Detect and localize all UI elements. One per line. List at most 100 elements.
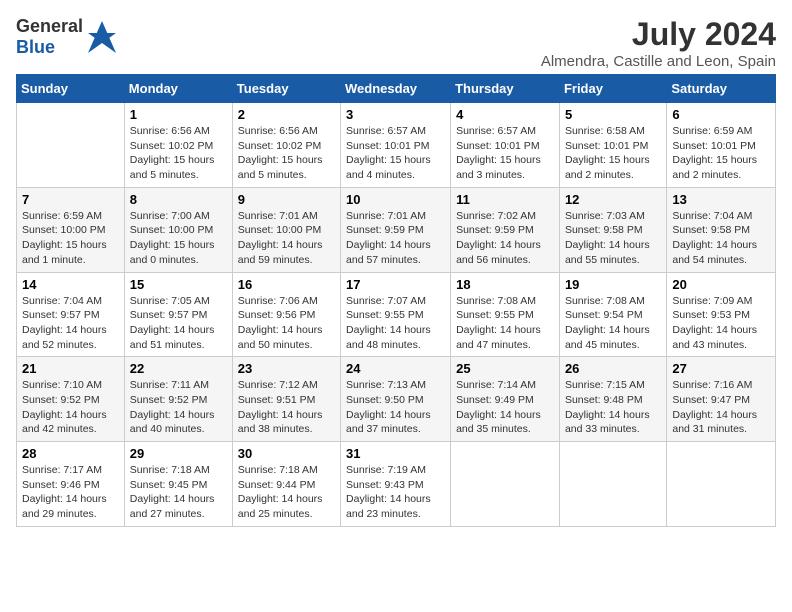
calendar-cell: 29 Sunrise: 7:18 AMSunset: 9:45 PMDayligh…: [124, 442, 232, 527]
day-number: 23: [238, 361, 335, 376]
calendar-cell: 22 Sunrise: 7:11 AMSunset: 9:52 PMDayligh…: [124, 357, 232, 442]
subtitle: Almendra, Castille and Leon, Spain: [541, 53, 776, 70]
calendar-cell: 24 Sunrise: 7:13 AMSunset: 9:50 PMDayligh…: [341, 357, 451, 442]
logo-blue: Blue: [16, 37, 55, 57]
cell-info: Sunrise: 7:08 AMSunset: 9:54 PMDaylight:…: [565, 294, 661, 353]
cell-info: Sunrise: 7:06 AMSunset: 9:56 PMDaylight:…: [238, 294, 335, 353]
cell-info: Sunrise: 7:00 AMSunset: 10:00 PMDaylight…: [130, 209, 227, 268]
week-row-1: 1 Sunrise: 6:56 AMSunset: 10:02 PMDayligh…: [17, 103, 776, 188]
calendar-cell: 1 Sunrise: 6:56 AMSunset: 10:02 PMDayligh…: [124, 103, 232, 188]
week-row-5: 28 Sunrise: 7:17 AMSunset: 9:46 PMDayligh…: [17, 442, 776, 527]
cell-info: Sunrise: 6:59 AMSunset: 10:01 PMDaylight…: [672, 124, 770, 183]
day-number: 18: [456, 277, 554, 292]
calendar-cell: 9 Sunrise: 7:01 AMSunset: 10:00 PMDayligh…: [232, 187, 340, 272]
cell-info: Sunrise: 7:17 AMSunset: 9:46 PMDaylight:…: [22, 463, 119, 522]
cell-info: Sunrise: 7:01 AMSunset: 10:00 PMDaylight…: [238, 209, 335, 268]
calendar-cell: 20 Sunrise: 7:09 AMSunset: 9:53 PMDayligh…: [667, 272, 776, 357]
calendar-cell: 21Sunrise: 7:10 AMSunset: 9:52 PMDayligh…: [17, 357, 125, 442]
calendar-cell: [667, 442, 776, 527]
day-number: 31: [346, 446, 445, 461]
calendar-cell: 30Sunrise: 7:18 AMSunset: 9:44 PMDayligh…: [232, 442, 340, 527]
weekday-header-wednesday: Wednesday: [341, 75, 451, 103]
logo-text: General Blue: [16, 16, 83, 58]
calendar-cell: 26 Sunrise: 7:15 AMSunset: 9:48 PMDayligh…: [559, 357, 666, 442]
calendar-cell: 16Sunrise: 7:06 AMSunset: 9:56 PMDayligh…: [232, 272, 340, 357]
cell-info: Sunrise: 7:18 AMSunset: 9:44 PMDaylight:…: [238, 463, 335, 522]
day-number: 6: [672, 107, 770, 122]
day-number: 17: [346, 277, 445, 292]
cell-info: Sunrise: 7:11 AMSunset: 9:52 PMDaylight:…: [130, 378, 227, 437]
calendar-cell: 7Sunrise: 6:59 AMSunset: 10:00 PMDayligh…: [17, 187, 125, 272]
calendar-cell: [559, 442, 666, 527]
week-row-3: 14 Sunrise: 7:04 AMSunset: 9:57 PMDayligh…: [17, 272, 776, 357]
main-title: July 2024: [541, 16, 776, 53]
calendar-cell: 18 Sunrise: 7:08 AMSunset: 9:55 PMDayligh…: [451, 272, 560, 357]
cell-info: Sunrise: 7:04 AMSunset: 9:58 PMDaylight:…: [672, 209, 770, 268]
calendar-cell: 17 Sunrise: 7:07 AMSunset: 9:55 PMDayligh…: [341, 272, 451, 357]
page-header: General Blue July 2024 Almendra, Castill…: [16, 16, 776, 70]
weekday-header-monday: Monday: [124, 75, 232, 103]
calendar-cell: [17, 103, 125, 188]
calendar-table: SundayMondayTuesdayWednesdayThursdayFrid…: [16, 74, 776, 527]
calendar-cell: 6 Sunrise: 6:59 AMSunset: 10:01 PMDayligh…: [667, 103, 776, 188]
calendar-cell: 13 Sunrise: 7:04 AMSunset: 9:58 PMDayligh…: [667, 187, 776, 272]
day-number: 1: [130, 107, 227, 122]
day-number: 29: [130, 446, 227, 461]
day-number: 27: [672, 361, 770, 376]
day-number: 21: [22, 361, 119, 376]
day-number: 12: [565, 192, 661, 207]
calendar-cell: 11 Sunrise: 7:02 AMSunset: 9:59 PMDayligh…: [451, 187, 560, 272]
day-number: 24: [346, 361, 445, 376]
cell-info: Sunrise: 7:01 AMSunset: 9:59 PMDaylight:…: [346, 209, 445, 268]
calendar-cell: 23 Sunrise: 7:12 AMSunset: 9:51 PMDayligh…: [232, 357, 340, 442]
logo-icon: [86, 19, 118, 55]
calendar-cell: 10Sunrise: 7:01 AMSunset: 9:59 PMDayligh…: [341, 187, 451, 272]
cell-info: Sunrise: 6:57 AMSunset: 10:01 PMDaylight…: [346, 124, 445, 183]
cell-info: Sunrise: 6:59 AMSunset: 10:00 PMDaylight…: [22, 209, 119, 268]
cell-info: Sunrise: 7:19 AMSunset: 9:43 PMDaylight:…: [346, 463, 445, 522]
calendar-cell: 19 Sunrise: 7:08 AMSunset: 9:54 PMDayligh…: [559, 272, 666, 357]
cell-info: Sunrise: 7:13 AMSunset: 9:50 PMDaylight:…: [346, 378, 445, 437]
day-number: 26: [565, 361, 661, 376]
logo-general: General: [16, 16, 83, 36]
cell-info: Sunrise: 7:18 AMSunset: 9:45 PMDaylight:…: [130, 463, 227, 522]
cell-info: Sunrise: 7:07 AMSunset: 9:55 PMDaylight:…: [346, 294, 445, 353]
weekday-header-friday: Friday: [559, 75, 666, 103]
cell-info: Sunrise: 7:08 AMSunset: 9:55 PMDaylight:…: [456, 294, 554, 353]
calendar-cell: 14 Sunrise: 7:04 AMSunset: 9:57 PMDayligh…: [17, 272, 125, 357]
cell-info: Sunrise: 6:56 AMSunset: 10:02 PMDaylight…: [238, 124, 335, 183]
calendar-cell: 12 Sunrise: 7:03 AMSunset: 9:58 PMDayligh…: [559, 187, 666, 272]
cell-info: Sunrise: 7:02 AMSunset: 9:59 PMDaylight:…: [456, 209, 554, 268]
cell-info: Sunrise: 7:04 AMSunset: 9:57 PMDaylight:…: [22, 294, 119, 353]
day-number: 20: [672, 277, 770, 292]
day-number: 2: [238, 107, 335, 122]
day-number: 19: [565, 277, 661, 292]
day-number: 22: [130, 361, 227, 376]
cell-info: Sunrise: 7:05 AMSunset: 9:57 PMDaylight:…: [130, 294, 227, 353]
day-number: 13: [672, 192, 770, 207]
cell-info: Sunrise: 7:15 AMSunset: 9:48 PMDaylight:…: [565, 378, 661, 437]
week-row-4: 21Sunrise: 7:10 AMSunset: 9:52 PMDayligh…: [17, 357, 776, 442]
cell-info: Sunrise: 6:56 AMSunset: 10:02 PMDaylight…: [130, 124, 227, 183]
calendar-cell: 4Sunrise: 6:57 AMSunset: 10:01 PMDayligh…: [451, 103, 560, 188]
day-number: 11: [456, 192, 554, 207]
calendar-cell: 15 Sunrise: 7:05 AMSunset: 9:57 PMDayligh…: [124, 272, 232, 357]
day-number: 14: [22, 277, 119, 292]
week-row-2: 7Sunrise: 6:59 AMSunset: 10:00 PMDayligh…: [17, 187, 776, 272]
weekday-header-tuesday: Tuesday: [232, 75, 340, 103]
day-number: 28: [22, 446, 119, 461]
weekday-header-saturday: Saturday: [667, 75, 776, 103]
weekday-header-sunday: Sunday: [17, 75, 125, 103]
cell-info: Sunrise: 6:58 AMSunset: 10:01 PMDaylight…: [565, 124, 661, 183]
cell-info: Sunrise: 7:03 AMSunset: 9:58 PMDaylight:…: [565, 209, 661, 268]
cell-info: Sunrise: 7:16 AMSunset: 9:47 PMDaylight:…: [672, 378, 770, 437]
day-number: 25: [456, 361, 554, 376]
day-number: 9: [238, 192, 335, 207]
cell-info: Sunrise: 7:12 AMSunset: 9:51 PMDaylight:…: [238, 378, 335, 437]
weekday-header-row: SundayMondayTuesdayWednesdayThursdayFrid…: [17, 75, 776, 103]
day-number: 4: [456, 107, 554, 122]
day-number: 15: [130, 277, 227, 292]
cell-info: Sunrise: 7:09 AMSunset: 9:53 PMDaylight:…: [672, 294, 770, 353]
day-number: 5: [565, 107, 661, 122]
cell-info: Sunrise: 7:14 AMSunset: 9:49 PMDaylight:…: [456, 378, 554, 437]
